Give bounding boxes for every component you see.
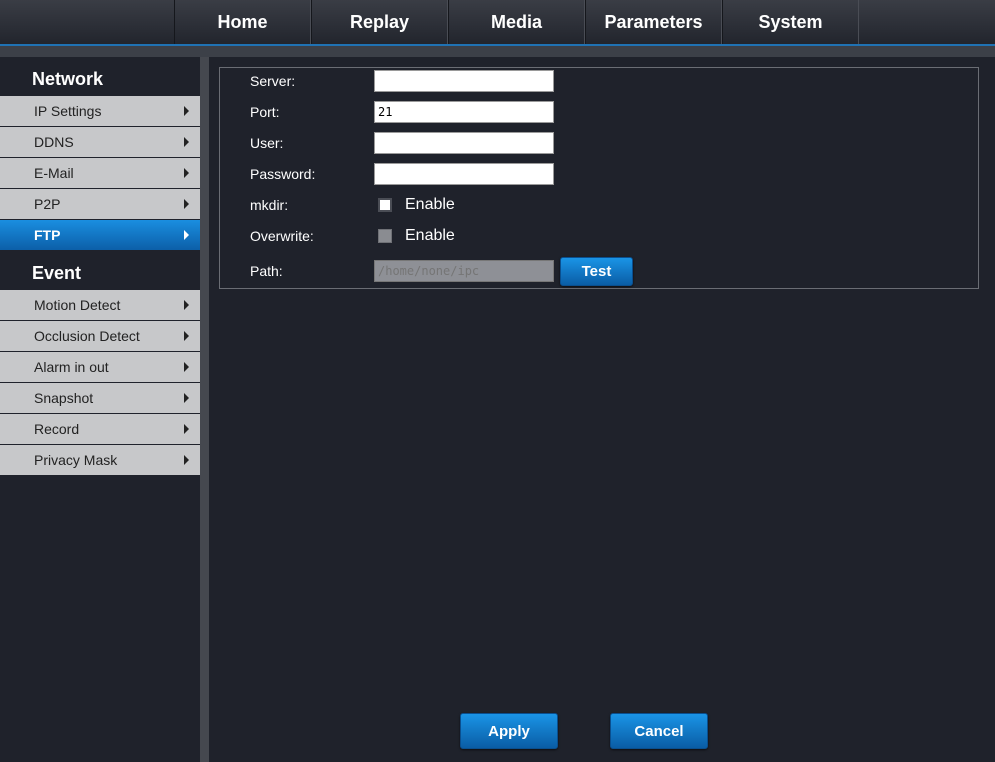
apply-button[interactable]: Apply: [460, 713, 558, 749]
chevron-right-icon: [184, 230, 189, 240]
sidebar-item-label: E-Mail: [34, 165, 74, 181]
main-nav: Home Replay Media Parameters System: [174, 0, 859, 44]
nav-home[interactable]: Home: [174, 0, 311, 44]
chevron-right-icon: [184, 106, 189, 116]
section-title-event: Event: [32, 263, 82, 283]
sidebar-item-label: Record: [34, 421, 80, 437]
mkdir-row: mkdir: Enable: [250, 194, 455, 216]
sidebar-item-ip-settings[interactable]: IP Settings: [0, 96, 200, 126]
user-row: User:: [250, 132, 554, 154]
port-input[interactable]: [374, 101, 554, 123]
server-row: Server:: [250, 70, 554, 92]
overwrite-label: Overwrite:: [250, 228, 314, 244]
mkdir-checkbox[interactable]: [378, 198, 392, 212]
sidebar-item-ddns[interactable]: DDNS: [0, 127, 200, 157]
sidebar-item-p2p[interactable]: P2P: [0, 189, 200, 219]
sidebar-item-record[interactable]: Record: [0, 414, 200, 444]
cancel-button[interactable]: Cancel: [610, 713, 708, 749]
sidebar-item-label: Alarm in out: [34, 359, 109, 375]
sidebar-item-label: Motion Detect: [34, 297, 121, 313]
mkdir-enable-label: Enable: [405, 196, 455, 213]
overwrite-enable-label: Enable: [405, 227, 455, 244]
password-row: Password:: [250, 163, 554, 185]
user-input[interactable]: [374, 132, 554, 154]
header-strip: [0, 46, 995, 57]
sidebar-item-motion-detect[interactable]: Motion Detect: [0, 290, 200, 320]
user-label: User:: [250, 135, 284, 151]
sidebar: Network IP Settings DDNS E-Mail P2P FTP …: [0, 57, 200, 762]
sidebar-item-occlusion-detect[interactable]: Occlusion Detect: [0, 321, 200, 351]
nav-system[interactable]: System: [722, 0, 859, 44]
chevron-right-icon: [184, 137, 189, 147]
test-button[interactable]: Test: [560, 256, 633, 286]
chevron-right-icon: [184, 362, 189, 372]
sidebar-item-alarm-in-out[interactable]: Alarm in out: [0, 352, 200, 382]
ftp-settings-panel: Server: Port: User: Password: mkdir: Ena…: [209, 57, 995, 762]
top-nav-bar: Home Replay Media Parameters System: [0, 0, 995, 46]
chevron-right-icon: [184, 393, 189, 403]
chevron-right-icon: [184, 455, 189, 465]
chevron-right-icon: [184, 300, 189, 310]
password-input[interactable]: [374, 163, 554, 185]
chevron-right-icon: [184, 199, 189, 209]
sidebar-item-label: IP Settings: [34, 103, 102, 119]
sidebar-item-privacy-mask[interactable]: Privacy Mask: [0, 445, 200, 475]
mkdir-label: mkdir:: [250, 197, 289, 213]
password-label: Password:: [250, 166, 316, 182]
overwrite-row: Overwrite: Enable: [250, 225, 455, 247]
ftp-form: Server: Port: User: Password: mkdir: Ena…: [219, 67, 979, 289]
sidebar-item-snapshot[interactable]: Snapshot: [0, 383, 200, 413]
sidebar-item-label: Snapshot: [34, 390, 94, 406]
sidebar-item-label: Occlusion Detect: [34, 328, 140, 344]
sidebar-item-label: Privacy Mask: [34, 452, 118, 468]
section-title-network: Network: [32, 69, 104, 89]
nav-replay[interactable]: Replay: [311, 0, 448, 44]
nav-media[interactable]: Media: [448, 0, 585, 44]
sidebar-item-label: FTP: [34, 227, 61, 243]
sidebar-divider: [200, 57, 209, 762]
nav-parameters[interactable]: Parameters: [585, 0, 722, 44]
sidebar-item-label: P2P: [34, 196, 61, 212]
overwrite-checkbox[interactable]: [378, 229, 392, 243]
path-row: Path: Test: [250, 256, 633, 286]
path-input: [374, 260, 554, 282]
chevron-right-icon: [184, 424, 189, 434]
chevron-right-icon: [184, 168, 189, 178]
sidebar-item-ftp[interactable]: FTP: [0, 220, 200, 250]
port-row: Port:: [250, 101, 554, 123]
server-label: Server:: [250, 73, 296, 89]
server-input[interactable]: [374, 70, 554, 92]
port-label: Port:: [250, 104, 280, 120]
sidebar-item-label: DDNS: [34, 134, 74, 150]
path-label: Path:: [250, 263, 283, 279]
chevron-right-icon: [184, 331, 189, 341]
sidebar-item-email[interactable]: E-Mail: [0, 158, 200, 188]
